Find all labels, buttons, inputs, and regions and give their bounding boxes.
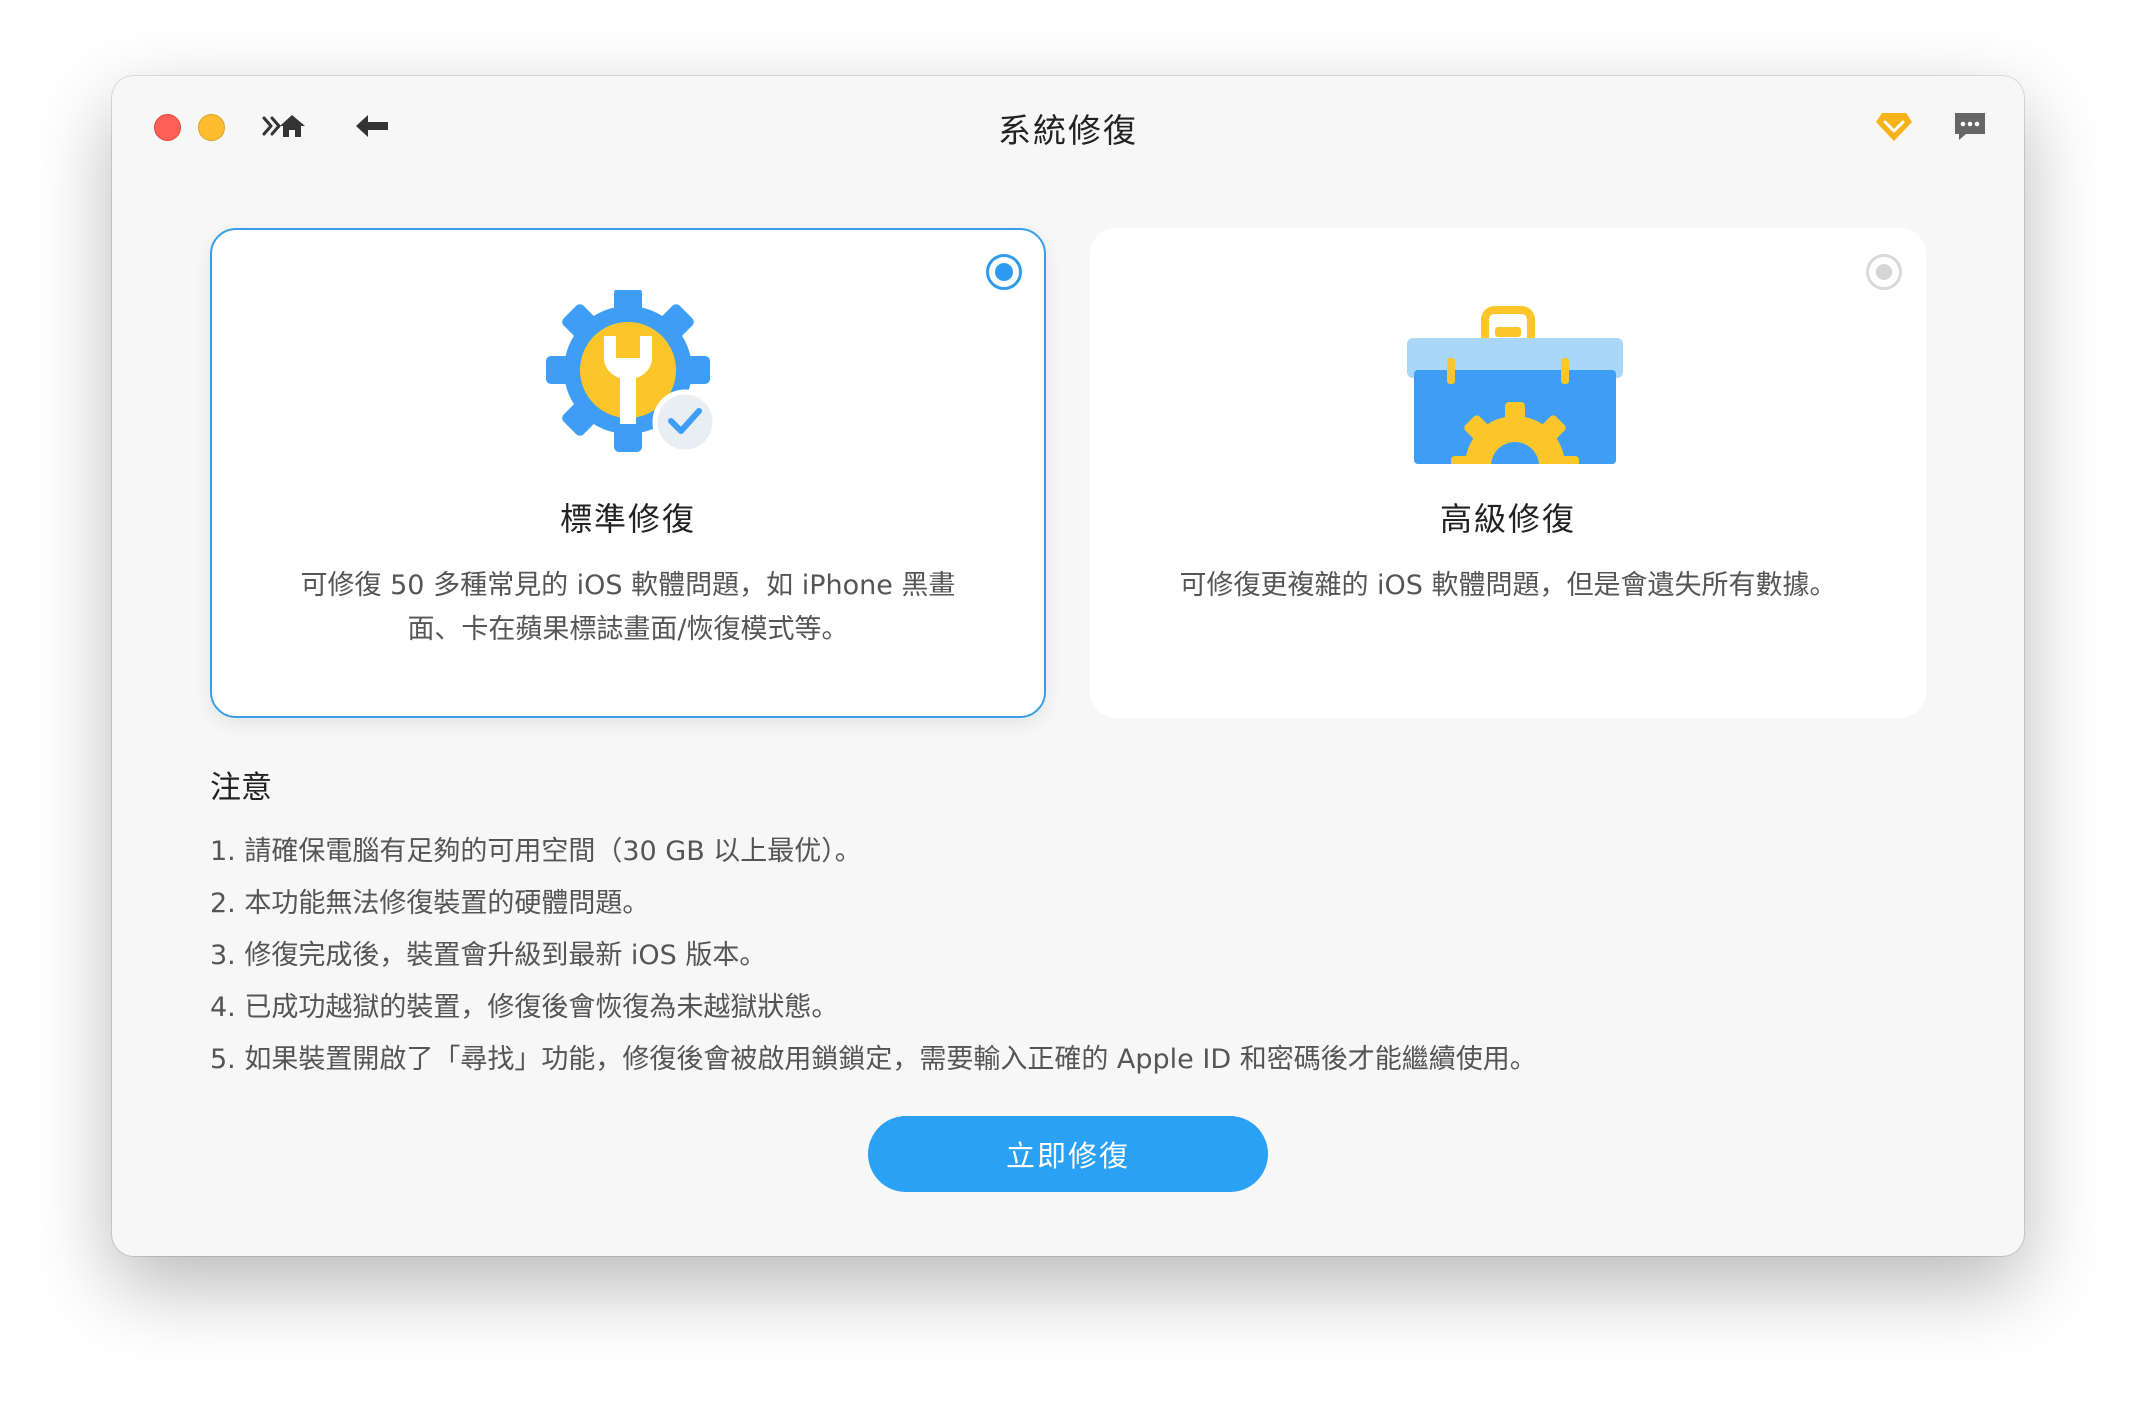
advanced-repair-card[interactable]: 高級修復 可修復更複雜的 iOS 軟體問題，但是會遺失所有數據。 <box>1090 228 1926 718</box>
repair-now-button[interactable]: 立即修復 <box>868 1116 1268 1192</box>
note-item: 4. 已成功越獄的裝置，修復後會恢復為未越獄狀態。 <box>210 992 839 1023</box>
standard-repair-title: 標準修復 <box>559 500 696 538</box>
notes-list: 1. 請確保電腦有足夠的可用空間（30 GB 以上最优）。 2. 本功能無法修復… <box>210 826 1537 1086</box>
notes-heading: 注意 <box>210 770 272 806</box>
standard-repair-radio[interactable] <box>986 254 1022 290</box>
chat-icon[interactable] <box>1950 108 1990 144</box>
app-window: 系統修復 標準修復 可修復 50 多種常見的 iOS 軟體問題，如 iPhone… <box>112 76 2024 1256</box>
advanced-repair-description: 可修復更複雜的 iOS 軟體問題，但是會遺失所有數據。 <box>1179 570 1837 601</box>
advanced-repair-title: 高級修復 <box>1439 500 1576 538</box>
note-item: 3. 修復完成後，裝置會升級到最新 iOS 版本。 <box>210 940 767 971</box>
standard-repair-description: 可修復 50 多種常見的 iOS 軟體問題，如 iPhone 黑畫面、卡在蘋果標… <box>300 570 956 645</box>
window-title: 系統修復 <box>998 111 1138 150</box>
advanced-repair-radio[interactable] <box>1866 254 1902 290</box>
diamond-icon[interactable] <box>1874 108 1914 144</box>
note-item: 1. 請確保電腦有足夠的可用空間（30 GB 以上最优）。 <box>210 836 862 867</box>
note-item: 2. 本功能無法修復裝置的硬體問題。 <box>210 888 650 919</box>
toolbox-gear-icon <box>1393 290 1623 470</box>
standard-repair-card[interactable]: 標準修復 可修復 50 多種常見的 iOS 軟體問題，如 iPhone 黑畫面、… <box>210 228 1046 718</box>
gear-wrench-check-icon <box>513 288 743 470</box>
title-bar: 系統修復 <box>112 76 2024 176</box>
note-item: 5. 如果裝置開啟了「尋找」功能，修復後會被啟用鎖鎖定，需要輸入正確的 Appl… <box>210 1044 1537 1075</box>
